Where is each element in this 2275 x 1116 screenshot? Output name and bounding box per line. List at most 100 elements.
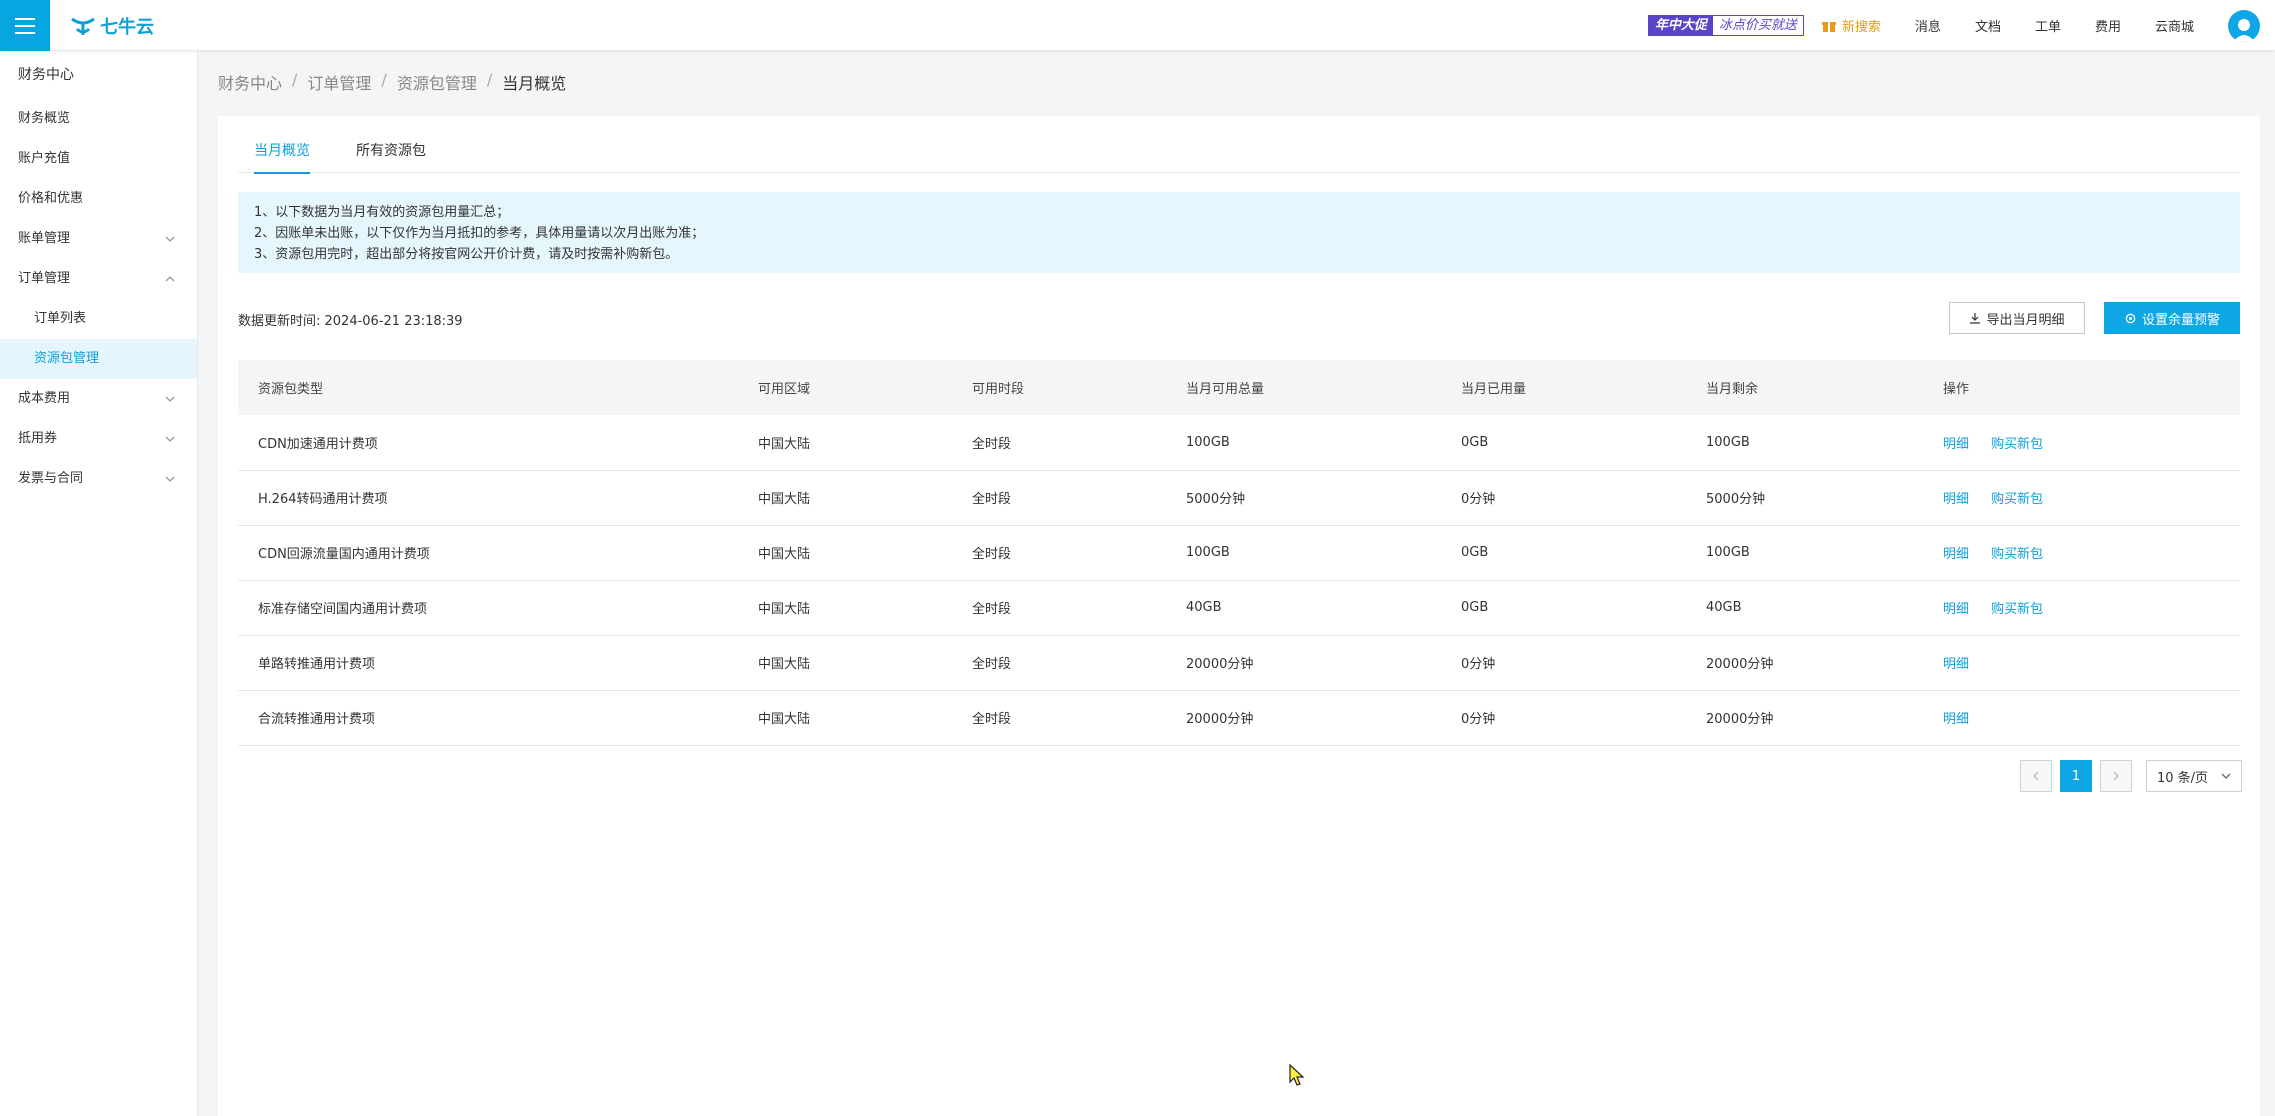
cell-total: 5000分钟 <box>1166 470 1441 526</box>
hamburger-menu-button[interactable] <box>0 0 50 51</box>
detail-link[interactable]: 明细 <box>1943 492 1969 507</box>
nav-billing[interactable]: 费用 <box>2095 16 2121 35</box>
cell-type: 单路转推通用计费项 <box>238 635 738 691</box>
col-region: 可用区域 <box>738 360 952 415</box>
cell-used: 0分钟 <box>1441 470 1686 526</box>
chevron-left-icon <box>2033 771 2039 781</box>
cell-region: 中国大陆 <box>738 525 952 581</box>
breadcrumb-separator: / <box>292 70 298 89</box>
mouse-cursor-icon <box>1289 1064 1305 1086</box>
gear-icon <box>2125 313 2136 323</box>
table-row: CDN加速通用计费项 中国大陆 全时段 100GB 0GB 100GB 明细 购… <box>238 415 2240 471</box>
cell-used: 0GB <box>1441 580 1686 636</box>
sidebar: 财务中心 财务概览 账户充值 价格和优惠 账单管理 订单管理 订单列表 资源包管… <box>0 51 198 1116</box>
cell-remain: 40GB <box>1686 580 1923 636</box>
buy-new-link[interactable]: 购买新包 <box>1991 492 2043 507</box>
sidebar-item-label: 抵用券 <box>18 431 58 446</box>
chevron-down-icon <box>165 476 175 482</box>
gift-link[interactable]: 新搜索 <box>1821 16 1881 35</box>
export-button[interactable]: 导出当月明细 <box>1949 302 2085 334</box>
buy-new-link[interactable]: 购买新包 <box>1991 437 2043 452</box>
nav-tickets[interactable]: 工单 <box>2035 16 2061 35</box>
cell-total: 100GB <box>1166 525 1441 581</box>
cell-used: 0GB <box>1441 525 1686 581</box>
chevron-up-icon <box>165 276 175 282</box>
user-avatar[interactable] <box>2228 9 2260 42</box>
table-header-row: 资源包类型 可用区域 可用时段 当月可用总量 当月已用量 当月剩余 操作 <box>238 360 2240 415</box>
prev-page-button[interactable] <box>2020 760 2052 792</box>
pagination: 1 10 条/页 <box>2020 760 2242 792</box>
breadcrumb-separator: / <box>381 70 387 89</box>
set-alert-label: 设置余量预警 <box>2141 312 2220 328</box>
export-label: 导出当月明细 <box>1986 312 2065 328</box>
sidebar-item-label: 成本费用 <box>18 391 71 406</box>
page-number-current[interactable]: 1 <box>2060 760 2092 792</box>
buy-new-link[interactable]: 购买新包 <box>1991 547 2043 562</box>
detail-link[interactable]: 明细 <box>1943 547 1969 562</box>
nav-marketplace[interactable]: 云商城 <box>2155 16 2194 35</box>
col-period: 可用时段 <box>952 360 1166 415</box>
tab-label: 当月概览 <box>254 143 310 159</box>
table-row: CDN回源流量国内通用计费项 中国大陆 全时段 100GB 0GB 100GB … <box>238 525 2240 581</box>
cell-period: 全时段 <box>952 635 1166 691</box>
detail-link[interactable]: 明细 <box>1943 657 1969 672</box>
detail-link[interactable]: 明细 <box>1943 437 1969 452</box>
download-icon <box>1970 313 1981 324</box>
breadcrumb-orders[interactable]: 订单管理 <box>307 70 371 94</box>
cell-period: 全时段 <box>952 580 1166 636</box>
tab-monthly-overview[interactable]: 当月概览 <box>238 116 326 174</box>
cell-used: 0GB <box>1441 415 1686 471</box>
next-page-button[interactable] <box>2100 760 2132 792</box>
promo-banner[interactable]: 年中大促 冰点价买就送 <box>1647 15 1804 36</box>
gift-label: 新搜索 <box>1841 20 1881 35</box>
page-size-select[interactable]: 10 条/页 <box>2146 760 2242 792</box>
sidebar-item-recharge[interactable]: 账户充值 <box>0 139 197 179</box>
sidebar-item-invoices[interactable]: 发票与合同 <box>0 459 197 499</box>
detail-link[interactable]: 明细 <box>1943 602 1969 617</box>
top-bar: 七牛云 年中大促 冰点价买就送 新搜索 消息 文档 工单 费用 云商城 <box>0 0 2275 51</box>
sidebar-item-pricing[interactable]: 价格和优惠 <box>0 179 197 219</box>
sidebar-item-bills[interactable]: 账单管理 <box>0 219 197 259</box>
sidebar-item-vouchers[interactable]: 抵用券 <box>0 419 197 459</box>
cell-period: 全时段 <box>952 470 1166 526</box>
cell-period: 全时段 <box>952 415 1166 471</box>
chevron-down-icon <box>2221 773 2231 779</box>
sidebar-item-cost[interactable]: 成本费用 <box>0 379 197 419</box>
sidebar-item-order-list[interactable]: 订单列表 <box>0 299 197 339</box>
breadcrumb-finance[interactable]: 财务中心 <box>218 70 282 94</box>
set-alert-button[interactable]: 设置余量预警 <box>2104 302 2240 334</box>
nav-messages[interactable]: 消息 <box>1915 16 1941 35</box>
sidebar-item-finance-overview[interactable]: 财务概览 <box>0 99 197 139</box>
cell-region: 中国大陆 <box>738 690 952 746</box>
sidebar-item-label: 账单管理 <box>18 231 71 246</box>
table-row: 单路转推通用计费项 中国大陆 全时段 20000分钟 0分钟 20000分钟 明… <box>238 635 2240 691</box>
col-type: 资源包类型 <box>238 360 738 415</box>
cell-period: 全时段 <box>952 690 1166 746</box>
cell-type: 合流转推通用计费项 <box>238 690 738 746</box>
notice-box: 1、以下数据为当月有效的资源包用量汇总； 2、因账单未出账，以下仅作为当月抵扣的… <box>238 192 2240 273</box>
page-size-value: 10 条/页 <box>2157 770 2209 786</box>
cell-total: 40GB <box>1166 580 1441 636</box>
logo[interactable]: 七牛云 <box>70 13 154 39</box>
notice-line: 3、资源包用完时，超出部分将按官网公开价计费，请及时按需补购新包。 <box>254 247 679 262</box>
tabs: 当月概览 所有资源包 <box>238 116 2240 174</box>
cell-period: 全时段 <box>952 525 1166 581</box>
buy-new-link[interactable]: 购买新包 <box>1991 602 2043 617</box>
nav-docs[interactable]: 文档 <box>1975 16 2001 35</box>
cell-used: 0分钟 <box>1441 635 1686 691</box>
chevron-down-icon <box>165 396 175 402</box>
detail-link[interactable]: 明细 <box>1943 712 1969 727</box>
tab-all-packages[interactable]: 所有资源包 <box>356 116 426 173</box>
cell-total: 100GB <box>1166 415 1441 471</box>
table-row: 标准存储空间国内通用计费项 中国大陆 全时段 40GB 0GB 40GB 明细 … <box>238 580 2240 636</box>
cell-total: 20000分钟 <box>1166 690 1441 746</box>
sidebar-item-label: 订单管理 <box>18 271 71 286</box>
resource-package-table: 资源包类型 可用区域 可用时段 当月可用总量 当月已用量 当月剩余 操作 CDN… <box>238 360 2240 746</box>
cell-region: 中国大陆 <box>738 470 952 526</box>
sidebar-item-resource-packages[interactable]: 资源包管理 <box>0 339 197 379</box>
cell-ops: 明细 购买新包 <box>1923 580 2240 636</box>
col-remain: 当月剩余 <box>1686 360 1923 415</box>
sidebar-item-orders[interactable]: 订单管理 <box>0 259 197 299</box>
cell-ops: 明细 <box>1923 690 2240 746</box>
breadcrumb-resource-packages[interactable]: 资源包管理 <box>397 70 477 94</box>
